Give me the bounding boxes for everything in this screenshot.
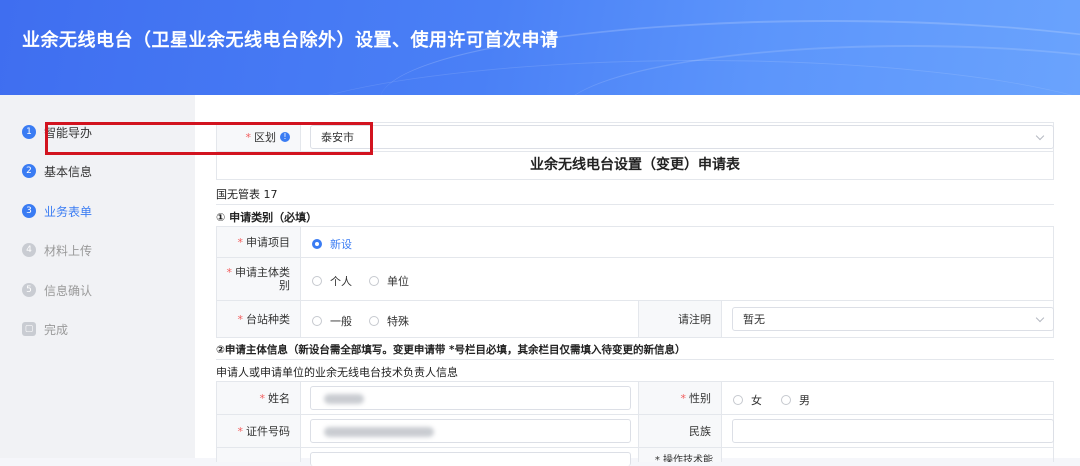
form-title-row: 业余无线电台设置（变更）申请表: [216, 152, 1054, 180]
step-material-upload[interactable]: 4 材料上传: [22, 241, 92, 259]
name-label: 姓名: [268, 391, 290, 405]
step-info-confirm[interactable]: 5 信息确认: [22, 281, 92, 299]
step-label: 完成: [44, 322, 69, 337]
step-business-form[interactable]: 3 业务表单: [22, 202, 92, 220]
name-input[interactable]: [310, 386, 631, 410]
next-label-partial: * 操作技术能: [638, 448, 722, 462]
page-header: 业余无线电台（卫星业余无线电台除外）设置、使用许可首次申请: [0, 0, 1080, 95]
step-number: 2: [22, 164, 36, 178]
chevron-down-icon: [1035, 313, 1045, 323]
form-code: 国无管表 17: [216, 188, 278, 201]
id-row: * 证件号码 民族: [216, 415, 1054, 448]
step-complete[interactable]: ▢ 完成: [22, 320, 68, 338]
radio-checked-icon: [312, 239, 322, 249]
redacted-value: [324, 427, 434, 437]
station-type-label-cell: * 台站种类: [217, 301, 301, 337]
radio-unchecked-icon: [781, 395, 791, 405]
section-2-heading-row: ②申请主体信息（新设台需全部填写。变更申请带 *号栏目必填，其余栏目仅需填入待变…: [216, 338, 1054, 360]
tech-lead-row: 申请人或申请单位的业余无线电台技术负责人信息: [216, 360, 1054, 382]
step-number: 3: [22, 204, 36, 218]
page-title: 业余无线电台（卫星业余无线电台除外）设置、使用许可首次申请: [22, 30, 559, 51]
step-label: 信息确认: [44, 283, 93, 298]
radio-unchecked-icon: [369, 316, 379, 326]
note-value: 暂无: [743, 313, 765, 326]
radio-unchecked-icon: [369, 276, 379, 286]
section-1-heading-row: ① 申请类别（必填）: [216, 205, 1054, 227]
step-basic-info[interactable]: 2 基本信息: [22, 162, 92, 180]
chevron-down-icon: [1035, 131, 1045, 141]
step-number: 1: [22, 125, 36, 139]
form-title: 业余无线电台设置（变更）申请表: [530, 157, 740, 173]
radio-unchecked-icon: [733, 395, 743, 405]
next-row-partial: * 操作技术能: [216, 448, 1054, 466]
step-label: 材料上传: [44, 243, 93, 258]
name-row: * 姓名 * 性别 女 男: [216, 382, 1054, 415]
radio-unchecked-icon: [312, 276, 322, 286]
radio-organization[interactable]: 单位: [369, 273, 409, 289]
note-select[interactable]: 暂无: [732, 307, 1054, 331]
radio-special[interactable]: 特殊: [369, 313, 409, 329]
radio-unchecked-icon: [312, 316, 322, 326]
note-label: 请注明: [678, 313, 711, 326]
section-2-heading: ②申请主体信息（新设台需全部填写。变更申请带 *号栏目必填，其余栏目仅需填入待变…: [216, 344, 686, 356]
note-label-cell: 请注明: [638, 301, 722, 337]
district-highlight-box: [45, 122, 373, 155]
form-code-row: 国无管表 17: [216, 180, 1054, 205]
section-1-heading: ① 申请类别（必填）: [216, 211, 318, 224]
subject-type-row: * 申请主体类别 个人 单位: [216, 258, 1054, 301]
subject-type-label: 申请主体类别: [235, 266, 290, 292]
apply-item-row: * 申请项目 新设: [216, 227, 1054, 258]
station-type-label: 台站种类: [246, 312, 290, 326]
step-label: 基本信息: [44, 164, 93, 179]
radio-female[interactable]: 女: [733, 392, 762, 408]
radio-individual[interactable]: 个人: [312, 273, 352, 289]
id-label-cell: * 证件号码: [217, 415, 301, 447]
radio-new[interactable]: 新设: [312, 236, 352, 252]
gender-label-cell: * 性别: [638, 382, 722, 414]
apply-item-label-cell: * 申请项目: [217, 227, 301, 257]
step-number: 4: [22, 243, 36, 257]
name-label-cell: * 姓名: [217, 382, 301, 414]
ethnic-label-cell: 民族: [638, 415, 722, 447]
step-label: 业务表单: [44, 204, 93, 219]
radio-general[interactable]: 一般: [312, 313, 352, 329]
station-type-row: * 台站种类 一般 特殊 请注明 暂无: [216, 301, 1054, 338]
ethnic-input[interactable]: [732, 419, 1054, 443]
tech-lead-text: 申请人或申请单位的业余无线电台技术负责人信息: [216, 366, 458, 379]
apply-item-label: 申请项目: [246, 235, 290, 249]
subject-type-label-cell: * 申请主体类别: [217, 258, 301, 300]
id-label: 证件号码: [246, 424, 290, 438]
radio-male[interactable]: 男: [781, 392, 810, 408]
ethnic-label: 民族: [689, 425, 711, 438]
gender-label: 性别: [689, 392, 711, 405]
step-number: ▢: [22, 322, 36, 336]
id-number-input[interactable]: [310, 419, 631, 443]
redacted-value: [324, 394, 364, 404]
step-number: 5: [22, 283, 36, 297]
district-select[interactable]: 泰安市: [310, 125, 1054, 149]
